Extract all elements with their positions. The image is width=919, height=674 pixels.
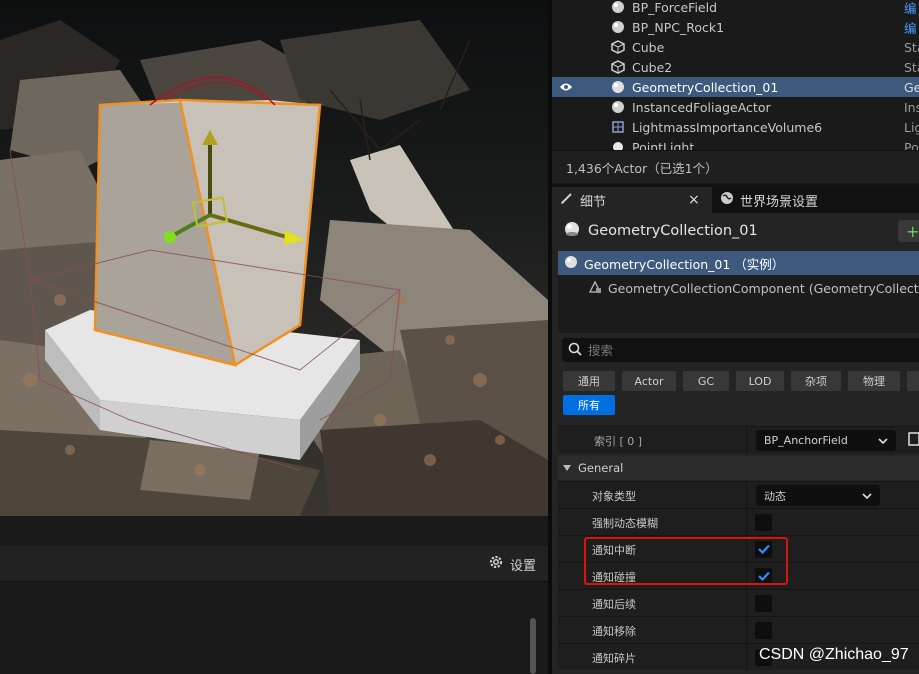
component-tree: GeometryCollection_01 （实例） GeometryColle… [558, 251, 919, 333]
browse-icon[interactable] [908, 432, 919, 449]
force-motion-blur-row: 强制动态模糊 [558, 508, 919, 536]
outliner-row[interactable]: LightmassImportanceVolume6 Lig [552, 117, 919, 137]
blueprint-actor-icon [610, 19, 626, 35]
object-type-label: 对象类型 [592, 489, 636, 503]
actor-name[interactable]: GeometryCollection_01 [588, 223, 758, 239]
world-outliner: BP_ForceField 编 BP_NPC_Rock1 编 Cube Sta … [552, 0, 919, 183]
outliner-row[interactable]: Cube Sta [552, 37, 919, 57]
search-input[interactable] [588, 342, 888, 358]
object-type-dropdown[interactable]: 动态 [756, 485, 880, 506]
component-child[interactable]: GeometryCollectionComponent (GeometryCol… [588, 276, 919, 300]
filter-general[interactable]: 通用 [563, 371, 615, 391]
component-root-label: GeometryCollection_01 （实例） [584, 256, 785, 272]
pencil-icon [560, 191, 574, 209]
filter-lod[interactable]: LOD [736, 371, 784, 391]
chevron-down-icon [562, 461, 572, 475]
watermark: CSDN @Zhichao_97 [759, 646, 909, 663]
filter-gc[interactable]: GC [683, 371, 729, 391]
force-motion-blur-checkbox[interactable] [755, 514, 772, 531]
add-component-button[interactable]: + [898, 220, 919, 242]
notify-removals-row: 通知移除 [558, 616, 919, 644]
blueprint-actor-icon [610, 0, 626, 15]
outliner-row-selected[interactable]: GeometryCollection_01 Ge [552, 77, 919, 97]
outliner-row[interactable]: BP_NPC_Rock1 编 [552, 17, 919, 37]
details-panel: GeometryCollection_01 + GeometryCollecti… [552, 213, 919, 674]
scrollbar[interactable] [530, 618, 536, 674]
notify-removals-checkbox[interactable] [755, 622, 772, 639]
geometry-component-icon [588, 280, 602, 297]
filter-actor[interactable]: Actor [622, 371, 676, 391]
level-viewport[interactable] [0, 0, 548, 516]
actor-icon [564, 221, 580, 241]
tab-world-settings[interactable]: 世界场景设置 [712, 187, 862, 213]
search-box [562, 338, 919, 362]
section-general-label: General [578, 461, 624, 475]
static-mesh-icon [610, 59, 626, 75]
actor-icon [610, 99, 626, 115]
chevron-down-icon [878, 434, 888, 447]
settings-button[interactable]: 设置 [488, 554, 536, 574]
search-icon [568, 342, 582, 359]
outliner-status: 1,436个Actor（已选1个） [552, 150, 919, 183]
index-value: BP_AnchorField [764, 434, 848, 447]
bottom-toolbar: 设置 [0, 546, 548, 582]
notify-trailing-row: 通知后续 [558, 589, 919, 617]
gear-icon [488, 554, 504, 574]
filter-all[interactable]: 所有 [563, 395, 615, 415]
globe-icon [720, 191, 734, 209]
tab-details[interactable]: 细节 × [552, 187, 712, 213]
static-mesh-icon [610, 39, 626, 55]
chevron-down-icon [862, 489, 872, 502]
bottom-panel: 设置 [0, 516, 548, 674]
eye-icon[interactable] [558, 77, 574, 97]
filter-physics[interactable]: 物理 [848, 371, 900, 391]
index-value-dropdown[interactable]: BP_AnchorField [756, 430, 896, 451]
geometry-collection-icon [610, 79, 626, 95]
outliner-row[interactable]: BP_ForceField 编 [552, 0, 919, 17]
filter-misc[interactable]: 杂项 [791, 371, 841, 391]
notify-trailing-checkbox[interactable] [755, 595, 772, 612]
volume-icon [610, 119, 626, 135]
outliner-row[interactable]: Cube2 Sta [552, 57, 919, 77]
index-label: 索引 [ 0 ] [594, 434, 643, 448]
details-tab-bar: 细节 × 世界场景设置 [552, 185, 919, 213]
close-icon[interactable]: × [688, 187, 700, 213]
actor-icon [564, 255, 578, 272]
settings-label: 设置 [509, 558, 536, 574]
tab-world-settings-label: 世界场景设置 [740, 194, 819, 210]
section-general[interactable]: General [558, 456, 919, 480]
object-type-value: 动态 [764, 489, 786, 503]
index-row: 索引 [ 0 ] BP_AnchorField [558, 426, 919, 454]
outliner-row[interactable]: InstancedFoliageActor Ins [552, 97, 919, 117]
highlight-annotation [584, 537, 788, 585]
viewport-scene [0, 20, 548, 516]
component-root[interactable]: GeometryCollection_01 （实例） [558, 251, 919, 275]
object-type-row: 对象类型 动态 [558, 481, 919, 509]
tab-details-label: 细节 [580, 194, 607, 210]
actor-header: GeometryCollection_01 [552, 213, 919, 249]
component-child-label: GeometryCollectionComponent (GeometryCol… [608, 280, 919, 296]
filter-more[interactable] [907, 371, 919, 391]
